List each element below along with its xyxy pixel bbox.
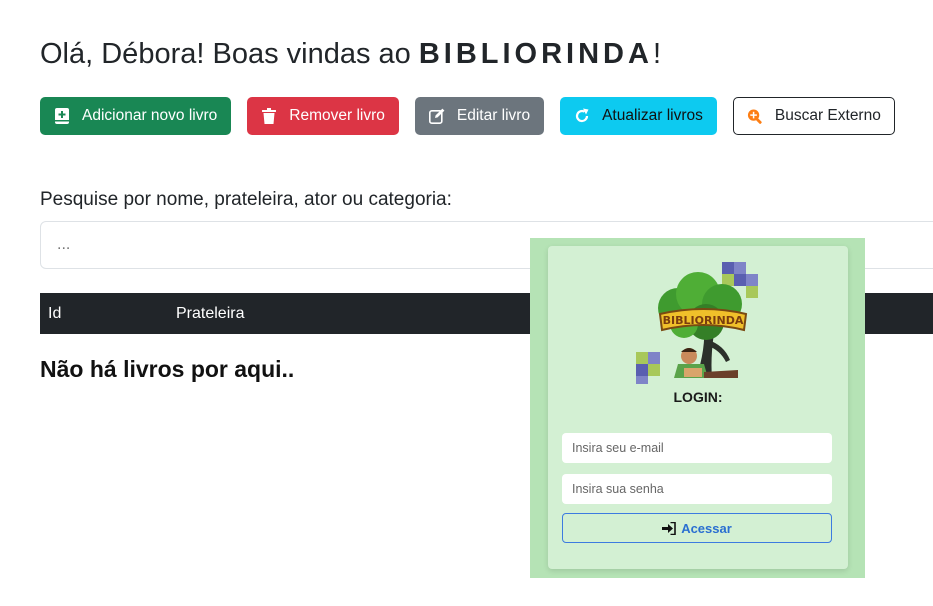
- email-field[interactable]: [562, 433, 832, 463]
- search-label: Pesquise por nome, prateleira, ator ou c…: [40, 189, 452, 210]
- login-submit-label: Acessar: [681, 520, 732, 536]
- column-header-shelf: Prateleira: [176, 305, 245, 322]
- external-search-label: Buscar Externo: [774, 107, 881, 124]
- login-submit-button[interactable]: Acessar: [562, 513, 832, 543]
- edit-book-label: Editar livro: [456, 107, 531, 124]
- action-toolbar: Adicionar novo livro Remover livro Edita…: [40, 97, 895, 135]
- edit-book-button[interactable]: Editar livro: [414, 97, 545, 135]
- empty-state-message: Não há livros por aqui..: [40, 356, 295, 382]
- password-field[interactable]: [562, 474, 832, 504]
- refresh-books-button[interactable]: Atualizar livros: [560, 97, 717, 135]
- column-header-id: Id: [48, 305, 62, 322]
- refresh-icon: [574, 108, 590, 124]
- external-search-button[interactable]: Buscar Externo: [732, 97, 895, 135]
- trash-icon: [261, 108, 277, 124]
- greeting-text: Olá, Débora! Boas vindas ao: [40, 38, 419, 70]
- login-title: LOGIN:: [673, 389, 723, 405]
- book-plus-icon: [54, 108, 70, 124]
- add-book-button[interactable]: Adicionar novo livro: [40, 97, 232, 135]
- sign-in-icon: [662, 521, 676, 535]
- bibliorinda-logo: BIBLIORINDA: [634, 260, 760, 386]
- remove-book-label: Remover livro: [289, 107, 385, 124]
- login-overlay: BIBLIORINDA LOGIN: Acessar: [530, 238, 865, 578]
- search-plus-icon: [747, 108, 763, 124]
- page-title: Olá, Débora! Boas vindas ao BIBLIORINDA!: [40, 38, 661, 71]
- remove-book-button[interactable]: Remover livro: [247, 97, 399, 135]
- logo-banner-text: BIBLIORINDA: [663, 314, 744, 327]
- brand-name: BIBLIORINDA: [418, 38, 653, 70]
- refresh-books-label: Atualizar livros: [602, 107, 703, 124]
- login-card: BIBLIORINDA LOGIN: Acessar: [548, 246, 848, 569]
- edit-icon: [428, 108, 445, 124]
- greeting-suffix: !: [652, 38, 661, 70]
- add-book-label: Adicionar novo livro: [82, 107, 218, 124]
